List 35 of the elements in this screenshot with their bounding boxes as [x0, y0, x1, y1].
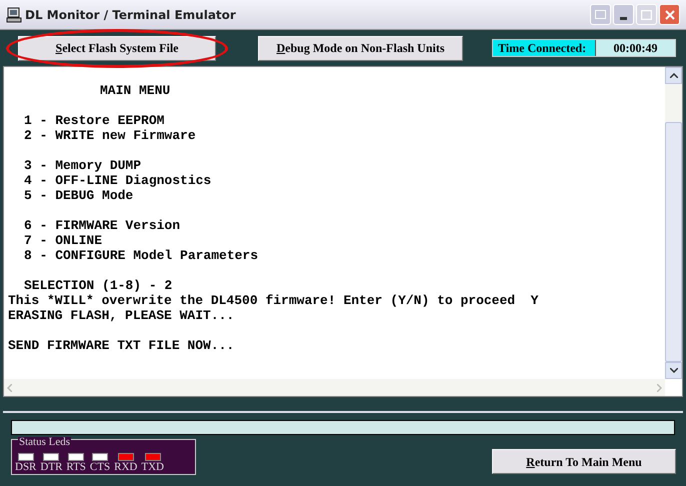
led-label: DTR	[40, 461, 62, 473]
led-label: RXD	[114, 461, 138, 473]
maximize-icon	[641, 10, 652, 20]
panel-title: Status Leds	[18, 437, 72, 448]
led-label: DSR	[15, 461, 36, 473]
terminal-line: SEND FIRMWARE TXT FILE NOW...	[8, 338, 234, 353]
toolbar-button[interactable]: Select Flash System File	[18, 36, 216, 60]
terminal-line: ERASING FLASH, PLEASE WAIT...	[8, 308, 234, 323]
minimize-icon	[620, 17, 627, 20]
led-label: TXD	[141, 461, 164, 473]
terminal-line: 7 - ONLINE	[24, 233, 102, 248]
terminal-line: 2 - WRITE new Firmware	[24, 128, 196, 143]
restore-icon	[595, 10, 606, 19]
terminal-line: 8 - CONFIGURE Model Parameters	[24, 248, 258, 263]
terminal-line: 6 - FIRMWARE Version	[24, 218, 180, 233]
terminal-line: MAIN MENU	[100, 83, 170, 98]
window-title: DL Monitor / Terminal Emulator	[25, 6, 236, 24]
time-value: 00:00:49	[595, 40, 675, 56]
vertical-scrollbar[interactable]	[665, 67, 682, 379]
terminal-line: SELECTION (1-8) - 2	[24, 278, 172, 293]
terminal-line: 1 - Restore EEPROM	[24, 113, 164, 128]
toolbar-button[interactable]: Debug Mode on Non-Flash Units	[258, 36, 463, 60]
led-label: RTS	[66, 461, 86, 473]
terminal-line: This *WILL* overwrite the DL4500 firmware! Enter (Y/N) to proceed Y	[8, 293, 538, 308]
time-label: Time Connected:	[493, 40, 595, 56]
horizontal-scrollbar[interactable]	[4, 379, 665, 396]
computer-icon	[6, 6, 22, 22]
terminal-line: 4 - OFF-LINE Diagnostics	[24, 173, 212, 188]
minimize-button[interactable]	[613, 4, 634, 25]
return-button[interactable]: Return To Main Menu	[492, 449, 676, 474]
terminal-line: 3 - Memory DUMP	[24, 158, 142, 173]
close-icon	[664, 10, 674, 20]
led-label: CTS	[90, 461, 110, 473]
terminal-line: 5 - DEBUG Mode	[24, 188, 134, 203]
close-button[interactable]	[659, 4, 680, 25]
